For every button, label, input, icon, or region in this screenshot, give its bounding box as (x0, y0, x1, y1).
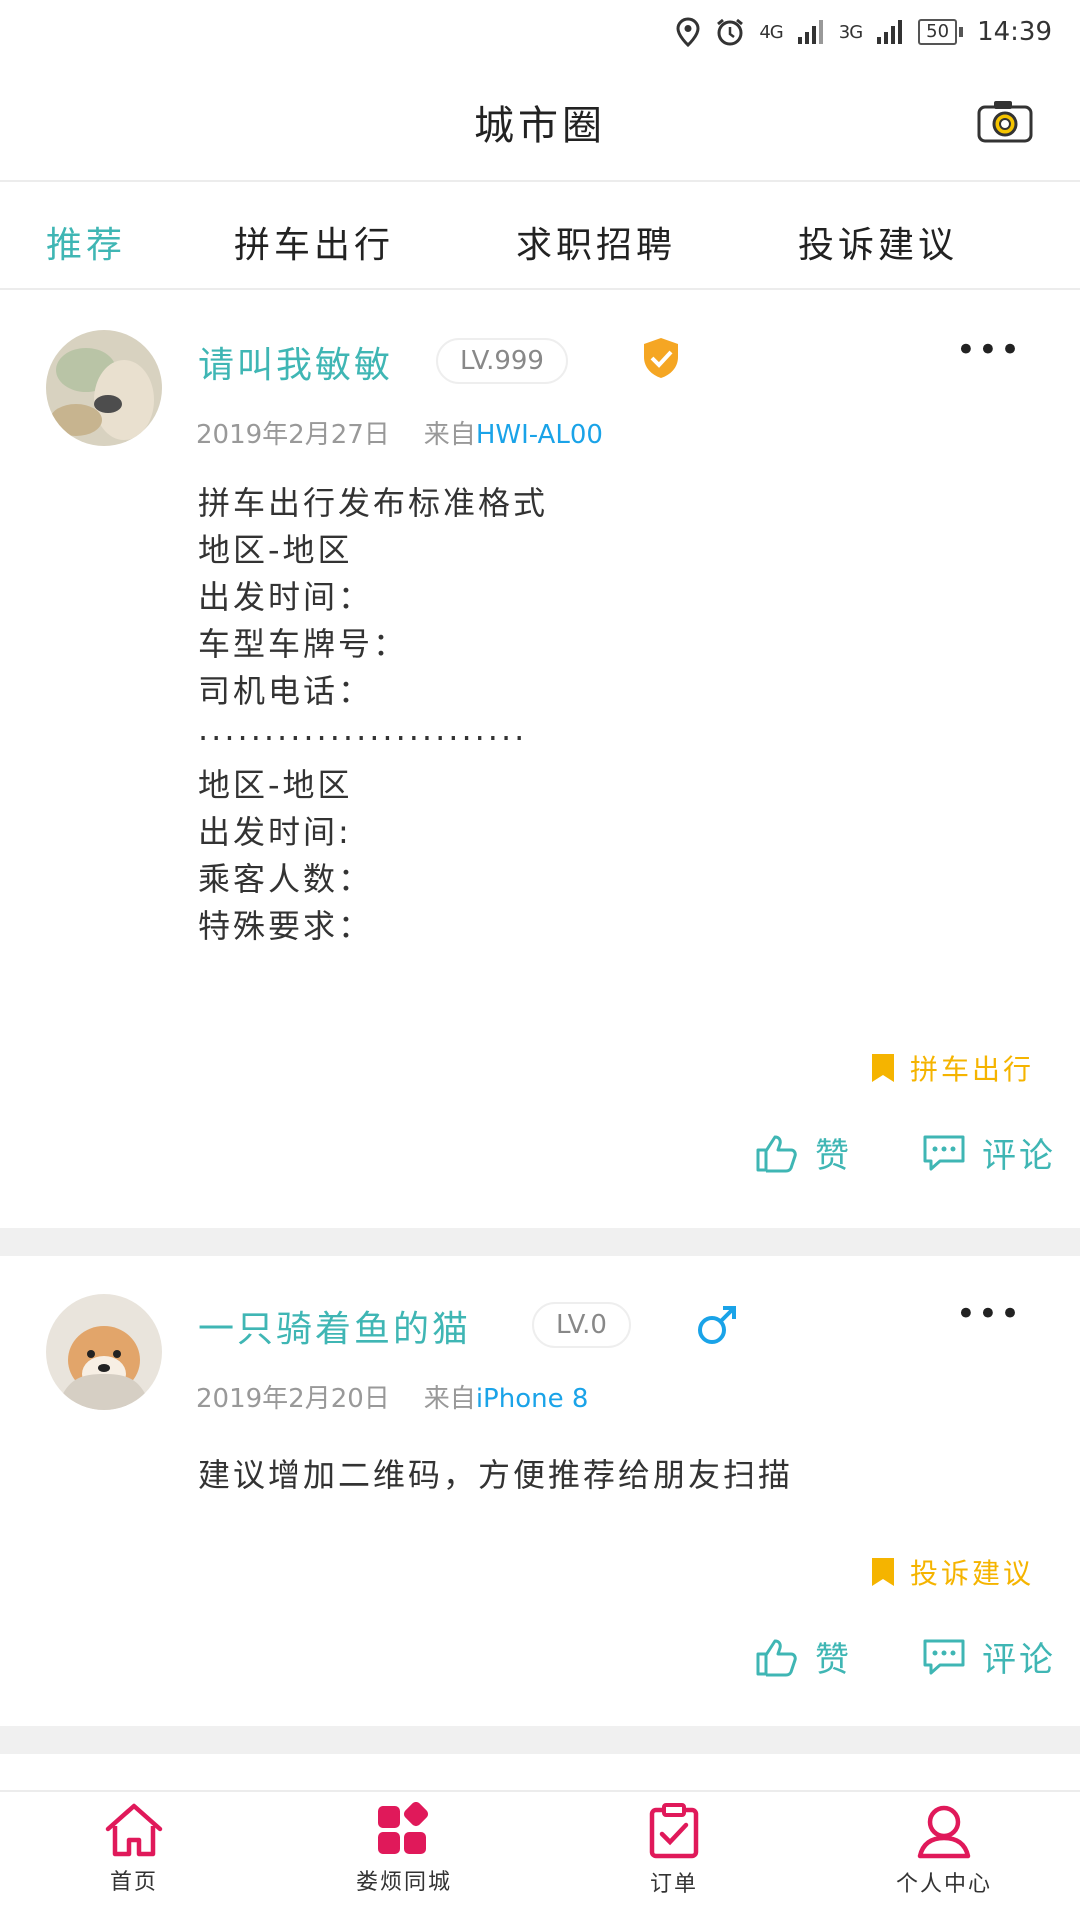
post-tag-label: 投诉建议 (909, 1557, 1034, 1590)
post-tag[interactable]: 拼车出行 (870, 1048, 1034, 1088)
nav-local-city[interactable]: 娄烦同城 (304, 1802, 504, 1896)
tab-jobs[interactable]: 求职招聘 (516, 216, 676, 268)
app-header: 城市圈 (0, 64, 1080, 182)
tab-complaints[interactable]: 投诉建议 (798, 216, 958, 268)
post-tag[interactable]: 投诉建议 (870, 1552, 1034, 1592)
post-content: 建议增加二维码，方便推荐给朋友扫描 (198, 1456, 794, 1494)
post-content: 拼车出行发布标准格式 地区-地区 出发时间： 车型车牌号： 司机电话： ····… (198, 484, 549, 945)
nav-local-city-label: 娄烦同城 (355, 1870, 452, 1895)
comment-label: 评论 (982, 1136, 1056, 1176)
nav-home-label: 首页 (109, 1870, 158, 1895)
post-actions: 赞 评论 (685, 1128, 1056, 1177)
nav-profile[interactable]: 个人中心 (844, 1802, 1044, 1898)
level-badge: LV.999 (436, 338, 568, 384)
tab-carpool[interactable]: 拼车出行 (234, 216, 394, 268)
post-username[interactable]: 请叫我敏敏 (198, 336, 393, 388)
like-button[interactable]: 赞 (755, 1632, 852, 1681)
post-tag-label: 拼车出行 (909, 1053, 1034, 1086)
category-tabs: 推荐 拼车出行 求职招聘 投诉建议 (0, 184, 1080, 290)
post-meta: 2019年2月27日 来自HWI-AL00 (196, 414, 603, 451)
avatar[interactable] (46, 1294, 162, 1410)
level-badge: LV.0 (532, 1302, 631, 1348)
like-label: 赞 (815, 1136, 852, 1176)
user-icon (917, 1805, 971, 1859)
tab-recommend[interactable]: 推荐 (46, 216, 126, 268)
comment-button[interactable]: 评论 (922, 1632, 1056, 1681)
comment-label: 评论 (982, 1640, 1056, 1680)
alarm-icon (717, 18, 744, 46)
thumbs-up-icon (756, 1639, 797, 1676)
signal-icon (877, 20, 903, 44)
home-icon (105, 1803, 163, 1857)
nav-home[interactable]: 首页 (34, 1802, 234, 1896)
avatar[interactable] (46, 330, 162, 446)
bookmark-icon (871, 1054, 894, 1082)
post-card: 一只骑着鱼的猫 LV.0 ••• 2019年2月20日 来自iPhone 8 建议… (0, 1256, 1080, 1726)
page-title: 城市圈 (474, 103, 606, 149)
post-divider (0, 1228, 1080, 1256)
post-device[interactable]: iPhone 8 (476, 1384, 589, 1414)
thumbs-up-icon (756, 1135, 797, 1172)
battery-level: 50 (918, 19, 958, 45)
post-from-label: 来自 (423, 1384, 476, 1414)
post-date: 2019年2月20日 (196, 1384, 390, 1414)
comment-button[interactable]: 评论 (922, 1128, 1056, 1177)
post-device[interactable]: HWI-AL00 (476, 420, 603, 450)
post-from-label: 来自 (423, 420, 476, 450)
post-actions: 赞 评论 (685, 1632, 1056, 1681)
nav-profile-label: 个人中心 (895, 1872, 992, 1897)
apps-icon (378, 1802, 429, 1854)
more-options-icon[interactable]: ••• (956, 1294, 1022, 1334)
more-options-icon[interactable]: ••• (956, 330, 1022, 370)
comment-icon (923, 1639, 965, 1674)
status-time: 14:39 (977, 17, 1052, 47)
post-username[interactable]: 一只骑着鱼的猫 (198, 1300, 471, 1352)
comment-icon (923, 1135, 965, 1170)
post-date: 2019年2月27日 (196, 420, 390, 450)
bookmark-icon (871, 1558, 894, 1586)
network-4g-indicator: 4G (759, 21, 783, 43)
male-icon (698, 1306, 736, 1344)
post-card: 请叫我敏敏 LV.999 ••• 2019年2月27日 来自HWI-AL00 拼车… (0, 292, 1080, 1228)
signal-icon (797, 20, 823, 44)
like-button[interactable]: 赞 (755, 1128, 852, 1177)
nav-orders-label: 订单 (649, 1872, 698, 1897)
camera-icon[interactable] (976, 98, 1034, 144)
battery-indicator: 50 (918, 19, 964, 45)
status-bar: 4G 3G 50 14:39 (0, 0, 1080, 64)
network-3g-indicator: 3G (838, 21, 863, 43)
clipboard-check-icon (649, 1803, 699, 1859)
shield-check-icon (644, 338, 678, 378)
bottom-navigation: 首页 娄烦同城 订单 个人中心 (0, 1790, 1080, 1920)
location-icon (676, 17, 700, 47)
post-divider (0, 1726, 1080, 1754)
post-meta: 2019年2月20日 来自iPhone 8 (196, 1378, 588, 1415)
nav-orders[interactable]: 订单 (574, 1802, 774, 1898)
like-label: 赞 (815, 1640, 852, 1680)
